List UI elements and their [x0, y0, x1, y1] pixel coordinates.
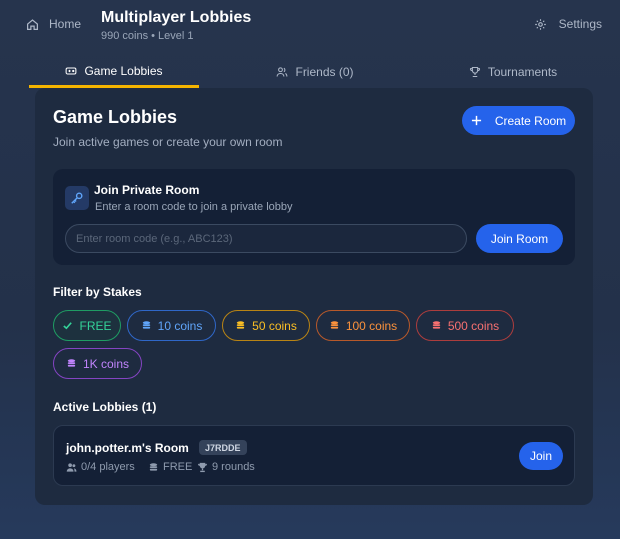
settings-label: Settings [558, 17, 602, 31]
key-icon-box [65, 186, 89, 210]
page-title: Multiplayer Lobbies [101, 9, 252, 26]
page-subtitle: 990 coins • Level 1 [101, 30, 194, 42]
gamepad-icon [66, 66, 77, 75]
tab-label: Friends (0) [295, 65, 354, 79]
home-icon [27, 18, 38, 30]
coins-icon [330, 321, 338, 329]
home-link[interactable]: Home [26, 17, 81, 31]
rounds-text: 9 rounds [212, 461, 255, 473]
stake-filter-500[interactable]: 500 coins [416, 310, 514, 341]
players-count: 0/4 players [66, 461, 135, 473]
plus-icon [471, 115, 481, 126]
room-code-input[interactable] [65, 224, 467, 253]
stake-filter-100[interactable]: 100 coins [316, 310, 410, 341]
tab-game-lobbies[interactable]: Game Lobbies [29, 56, 199, 88]
join-lobby-button[interactable]: Join [519, 442, 563, 470]
users-icon [277, 67, 288, 77]
coins-icon [236, 321, 245, 329]
stake-filter-10[interactable]: 10 coins [127, 310, 216, 341]
private-room-title: Join Private Room [94, 183, 200, 197]
users-icon [66, 462, 77, 472]
trophy-icon [469, 66, 480, 78]
rounds-info: 9 rounds [197, 461, 255, 473]
chip-label: FREE [79, 318, 112, 333]
coins-icon [432, 321, 440, 329]
title-block: Multiplayer Lobbies 990 coins • Level 1 [101, 9, 251, 42]
chip-label: 100 coins [345, 318, 398, 333]
stake-info: FREE [148, 461, 192, 473]
coins-icon [142, 321, 150, 329]
settings-button[interactable]: Settings [534, 17, 602, 31]
check-icon [63, 322, 73, 330]
tab-label: Tournaments [487, 65, 558, 79]
lobbies-panel: Game Lobbies Join active games or create… [35, 88, 593, 505]
private-room-card: Join Private Room Enter a room code to j… [53, 169, 575, 265]
room-code-badge: J7RDDE [199, 440, 247, 455]
tab-friends[interactable]: Friends (0) [230, 56, 400, 88]
gear-icon [534, 18, 546, 30]
top-header: Home Multiplayer Lobbies 990 coins • Lev… [0, 0, 620, 56]
room-name: john.potter.m's Room [66, 441, 189, 455]
panel-subtitle: Join active games or create your own roo… [53, 135, 283, 149]
filter-label: Filter by Stakes [53, 285, 142, 299]
chip-label: 500 coins [447, 318, 500, 333]
key-icon [71, 192, 83, 204]
create-room-label: Create Room [494, 113, 567, 128]
tab-label: Game Lobbies [84, 63, 163, 78]
chip-label: 50 coins [252, 318, 297, 333]
lobby-card: john.potter.m's Room J7RDDE 0/4 players … [53, 425, 575, 486]
chip-label: 10 coins [157, 318, 203, 333]
create-room-button[interactable]: Create Room [462, 106, 575, 135]
home-label: Home [49, 17, 82, 31]
active-lobbies-label: Active Lobbies (1) [53, 400, 157, 414]
coins-icon [149, 462, 158, 471]
chip-label: 1K coins [82, 356, 130, 371]
private-room-subtitle: Enter a room code to join a private lobb… [95, 201, 293, 213]
panel-title: Game Lobbies [53, 107, 178, 127]
trophy-icon [198, 462, 207, 472]
tab-tournaments[interactable]: Tournaments [428, 56, 598, 88]
join-room-button[interactable]: Join Room [476, 224, 563, 253]
stake-text: FREE [163, 461, 193, 473]
players-text: 0/4 players [81, 461, 135, 473]
stake-filter-free[interactable]: FREE [53, 310, 121, 341]
stake-filter-50[interactable]: 50 coins [222, 310, 310, 341]
coins-icon [67, 359, 76, 367]
stake-filter-1k[interactable]: 1K coins [53, 348, 142, 379]
tab-bar: Game Lobbies Friends (0) Tournaments [0, 56, 620, 88]
